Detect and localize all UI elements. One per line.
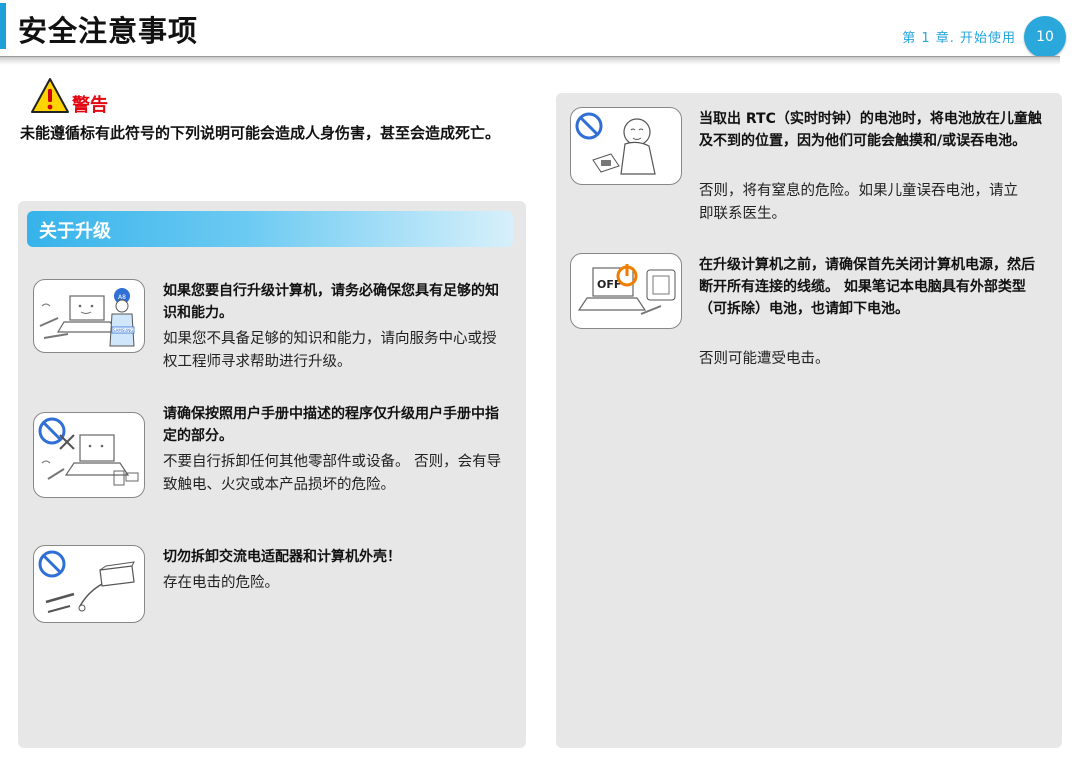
page-title: 安全注意事项 [18, 14, 199, 48]
samsung-badge: SAMSUNG [113, 328, 133, 333]
warning-description: 未能遵循标有此符号的下列说明可能会造成人身伤害，甚至会造成死亡。 [20, 124, 501, 142]
item-body: 如果您不具备足够的知识和能力，请向服务中心或授权工程师寻求帮助进行升级。 [163, 331, 497, 370]
chapter-label: 第 1 章. 开始使用 [902, 31, 1016, 46]
no-disassemble-laptop-icon [33, 412, 145, 498]
technician-laptop-icon: A8 SAMSUNG [33, 279, 145, 353]
warning-label: 警告 [72, 95, 108, 116]
item-body: 不要自行拆卸任何其他零部件或设备。 否则，会有导致触电、火灾或本产品损坏的危险。 [163, 454, 502, 493]
item-title: 切勿拆卸交流电适配器和计算机外壳！ [163, 549, 401, 565]
section-title: 关于升级 [39, 221, 111, 242]
header-divider [0, 56, 1060, 65]
no-disassemble-adapter-icon [33, 545, 145, 623]
item-title: 如果您要自行升级计算机，请务必确保您具有足够的知识和能力。 [163, 283, 499, 321]
page-number-badge: 10 [1024, 16, 1066, 58]
warning-triangle-icon [31, 78, 69, 113]
header-accent-bar [0, 3, 6, 49]
child-battery-icon [570, 107, 682, 185]
section-header: 关于升级 [27, 211, 513, 247]
item-title: 当取出 RTC（实时时钟）的电池时，将电池放在儿童触及不到的位置，因为他们可能会… [699, 111, 1042, 149]
item-body: 否则，将有窒息的危险。如果儿童误吞电池，请立即联系医生。 [699, 183, 1018, 222]
power-off-icon: OFF [570, 253, 682, 329]
item-body: 否则可能遭受电击。 [699, 351, 830, 367]
item-title: 在升级计算机之前，请确保首先关闭计算机电源，然后断开所有连接的线缆。 如果笔记本… [699, 257, 1035, 317]
item-title: 请确保按照用户手册中描述的程序仅升级用户手册中指定的部分。 [163, 406, 499, 444]
item-body: 存在电击的危险。 [163, 575, 279, 591]
